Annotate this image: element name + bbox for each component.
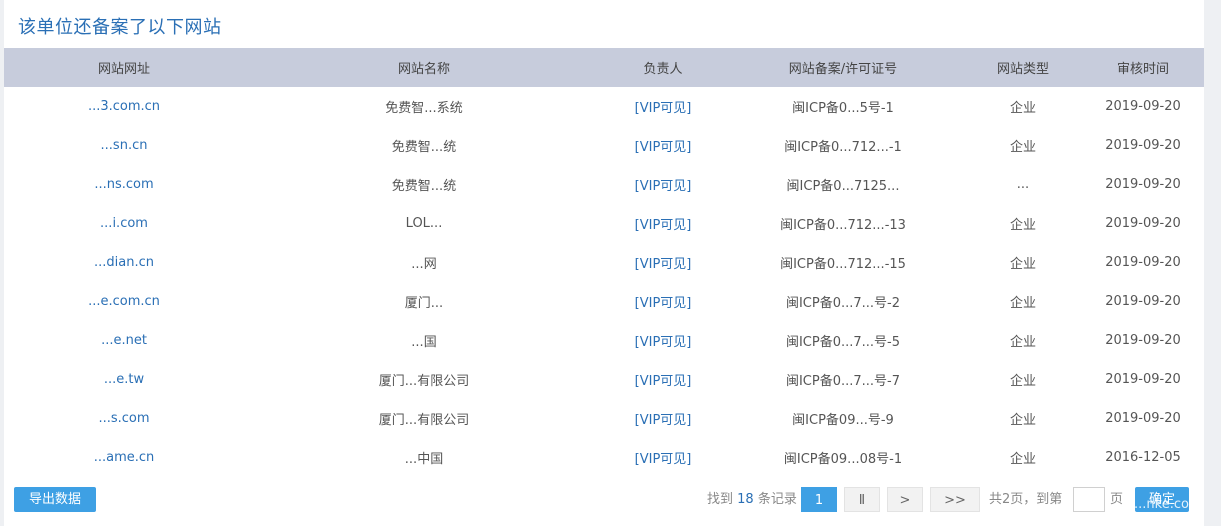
cell-site-name: ...国 [411, 335, 437, 350]
table-row: ...dian.cn ...网 [VIP可见] 闽ICP备0...712...-… [4, 243, 1204, 282]
cell-owner-vip[interactable]: [VIP可见] [604, 87, 722, 126]
cell-url[interactable]: ...sn.cn [4, 126, 244, 165]
cell-license: 闽ICP备0...712...-15 [780, 257, 906, 272]
cell-date: 2019-09-20 [1105, 216, 1181, 231]
cell-date: 2019-09-20 [1105, 333, 1181, 348]
page-number-input[interactable] [1073, 487, 1105, 512]
cell-license: 闽ICP备0...5号-1 [792, 101, 894, 116]
cell-site-name: 免费智...统 [391, 140, 457, 155]
cell-date: 2016-12-05 [1105, 450, 1181, 465]
cell-date: 2019-09-20 [1105, 255, 1181, 270]
cell-date: 2019-09-20 [1105, 411, 1181, 426]
cell-site-name: 免费智...系统 [385, 101, 463, 116]
next-page-button[interactable]: > [887, 487, 923, 512]
content-panel: 该单位还备案了以下网站 网站网址 网站名称 负责人 网站备案/许可证号 网站类型… [4, 0, 1204, 526]
page-unit-label: 页 [1110, 492, 1124, 507]
cell-license: 闽ICP备09...号-9 [792, 413, 894, 428]
section-title: 该单位还备案了以下网站 [18, 17, 222, 38]
cell-site-name: 厦门...有限公司 [378, 413, 470, 428]
cell-owner-vip[interactable]: [VIP可见] [604, 126, 722, 165]
found-prefix: 找到 [707, 492, 734, 507]
cell-license: 闽ICP备0...7...号-7 [785, 374, 901, 389]
cell-license: 闽ICP备0...7...号-2 [785, 296, 901, 311]
cell-type: 企业 [1009, 101, 1036, 116]
cell-owner-vip[interactable]: [VIP可见] [604, 438, 722, 477]
cell-date: 2019-09-20 [1105, 294, 1181, 309]
cell-date: 2019-09-20 [1105, 177, 1181, 192]
header-site-name: 网站名称 [397, 62, 450, 77]
header-license: 网站备案/许可证号 [788, 62, 898, 77]
table-row: ...e.tw 厦门...有限公司 [VIP可见] 闽ICP备0...7...号… [4, 360, 1204, 399]
cell-site-name: ...中国 [404, 452, 444, 467]
cell-owner-vip[interactable]: [VIP可见] [604, 360, 722, 399]
header-review-date: 审核时间 [1116, 62, 1169, 77]
cell-url[interactable]: ...dian.cn [4, 243, 244, 282]
cell-date: 2019-09-20 [1105, 372, 1181, 387]
website-table: 网站网址 网站名称 负责人 网站备案/许可证号 网站类型 审核时间 ...3.c… [4, 48, 1204, 477]
cell-type: ... [1016, 177, 1030, 192]
page-2-button[interactable]: Ⅱ [844, 487, 880, 512]
cell-owner-vip[interactable]: [VIP可见] [604, 204, 722, 243]
cell-site-name: 厦门... [404, 296, 444, 311]
cell-site-name: 免费智...统 [391, 179, 457, 194]
cell-url[interactable]: ...ns.com [4, 165, 244, 204]
export-data-button[interactable]: 导出数据 [14, 487, 96, 512]
header-url: 网站网址 [97, 62, 150, 77]
cell-license: 闽ICP备0...7125... [786, 179, 900, 194]
header-owner: 负责人 [643, 62, 683, 77]
table-row: ...e.com.cn 厦门... [VIP可见] 闽ICP备0...7...号… [4, 282, 1204, 321]
cell-owner-vip[interactable]: [VIP可见] [604, 321, 722, 360]
record-count: 找到 18 条记录 [707, 487, 797, 512]
cell-url[interactable]: ...i.com [4, 204, 244, 243]
table-row: ...e.net ...国 [VIP可见] 闽ICP备0...7...号-5 企… [4, 321, 1204, 360]
cell-license: 闽ICP备0...712...-1 [784, 140, 902, 155]
cell-url[interactable]: ...s.com [4, 399, 244, 438]
cell-type: 企业 [1009, 257, 1036, 272]
cell-type: 企业 [1009, 140, 1036, 155]
cell-site-name: ...网 [411, 257, 437, 272]
cell-url[interactable]: ...3.com.cn [4, 87, 244, 126]
found-suffix: 条记录 [757, 492, 797, 507]
cell-site-name: 厦门...有限公司 [378, 374, 470, 389]
cell-url[interactable]: ...ame.cn [4, 438, 244, 477]
watermark: ...nke.com [1134, 497, 1202, 512]
cell-owner-vip[interactable]: [VIP可见] [604, 165, 722, 204]
cell-owner-vip[interactable]: [VIP可见] [604, 399, 722, 438]
table-row: ...sn.cn 免费智...统 [VIP可见] 闽ICP备0...712...… [4, 126, 1204, 165]
table-row: ...ame.cn ...中国 [VIP可见] 闽ICP备09...08号-1 … [4, 438, 1204, 477]
table-row: ...s.com 厦门...有限公司 [VIP可见] 闽ICP备09...号-9… [4, 399, 1204, 438]
cell-url[interactable]: ...e.tw [4, 360, 244, 399]
cell-url[interactable]: ...e.com.cn [4, 282, 244, 321]
found-count: 18 [737, 492, 754, 507]
page-1-button[interactable]: 1 [801, 487, 837, 512]
cell-license: 闽ICP备0...712...-13 [780, 218, 906, 233]
cell-type: 企业 [1009, 374, 1036, 389]
cell-type: 企业 [1009, 452, 1036, 467]
cell-license: 闽ICP备0...7...号-5 [785, 335, 901, 350]
cell-date: 2019-09-20 [1105, 138, 1181, 153]
cell-type: 企业 [1009, 335, 1036, 350]
total-pages-label: 共2页，到第 [989, 492, 1063, 507]
cell-type: 企业 [1009, 218, 1036, 233]
cell-type: 企业 [1009, 413, 1036, 428]
header-type: 网站类型 [996, 62, 1049, 77]
last-page-button[interactable]: >> [930, 487, 980, 512]
cell-date: 2019-09-20 [1105, 99, 1181, 114]
table-row: ...3.com.cn 免费智...系统 [VIP可见] 闽ICP备0...5号… [4, 87, 1204, 126]
table-row: ...i.com LOL... [VIP可见] 闽ICP备0...712...-… [4, 204, 1204, 243]
cell-type: 企业 [1009, 296, 1036, 311]
cell-owner-vip[interactable]: [VIP可见] [604, 282, 722, 321]
table-row: ...ns.com 免费智...统 [VIP可见] 闽ICP备0...7125.… [4, 165, 1204, 204]
cell-owner-vip[interactable]: [VIP可见] [604, 243, 722, 282]
cell-license: 闽ICP备09...08号-1 [783, 452, 903, 467]
cell-site-name: LOL... [405, 216, 443, 231]
table-header-row: 网站网址 网站名称 负责人 网站备案/许可证号 网站类型 审核时间 [4, 48, 1204, 87]
cell-url[interactable]: ...e.net [4, 321, 244, 360]
